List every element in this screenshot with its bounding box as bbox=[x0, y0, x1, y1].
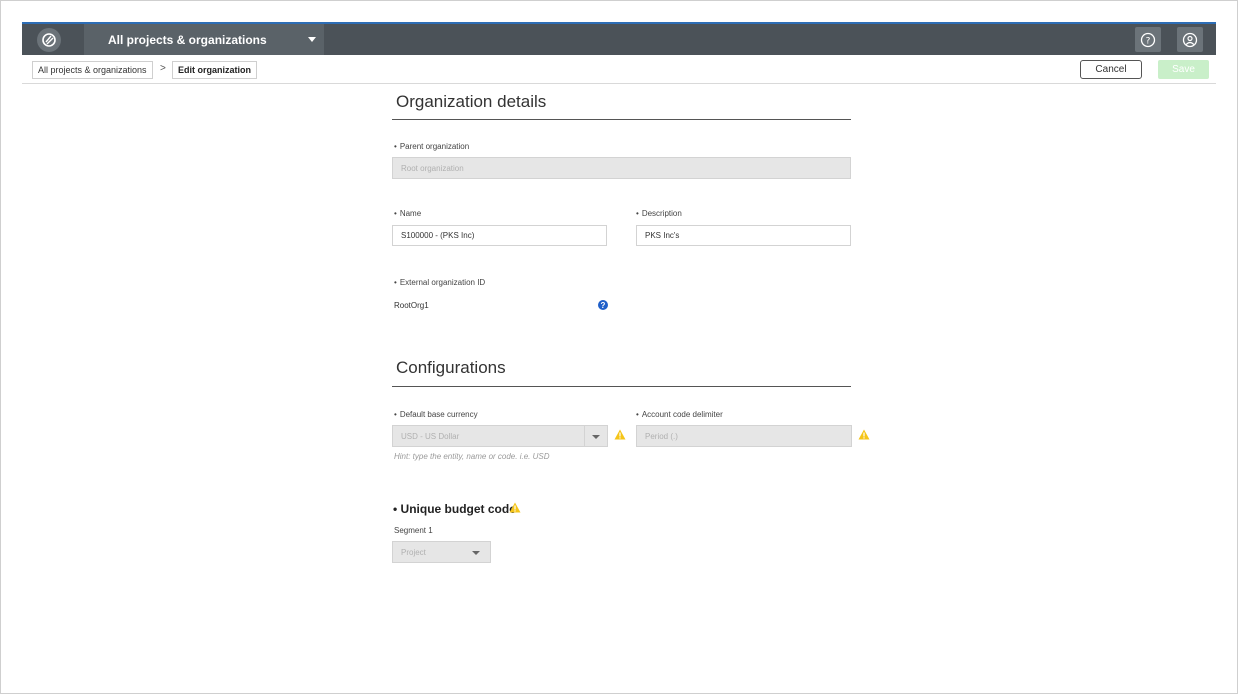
chevron-down-icon bbox=[472, 551, 480, 555]
project-selector-label: All projects & organizations bbox=[108, 32, 267, 47]
chevron-down-icon bbox=[592, 435, 600, 439]
currency-select[interactable]: USD - US Dollar bbox=[392, 425, 608, 447]
name-label: • Name bbox=[394, 209, 422, 218]
segment-value: Project bbox=[401, 547, 426, 557]
external-id-label: • External organization ID bbox=[394, 278, 486, 287]
project-selector-dropdown[interactable]: All projects & organizations bbox=[84, 24, 324, 55]
warning-triangle-icon bbox=[614, 429, 626, 440]
parent-org-label: • Parent organization bbox=[394, 142, 470, 151]
description-input[interactable]: PKS Inc's bbox=[636, 225, 851, 246]
segment-label: Segment 1 bbox=[394, 526, 433, 535]
delimiter-label: • Account code delimiter bbox=[636, 410, 723, 419]
help-button[interactable]: ? bbox=[1135, 27, 1161, 52]
parent-org-field: Root organization bbox=[392, 157, 851, 179]
user-profile-button[interactable] bbox=[1177, 27, 1203, 52]
currency-label: • Default base currency bbox=[394, 410, 478, 419]
app-logo-icon[interactable] bbox=[37, 28, 61, 52]
breadcrumb-current: Edit organization bbox=[172, 61, 257, 79]
segment-select[interactable]: Project bbox=[392, 541, 491, 563]
currency-hint: Hint: type the entity, name or code. i.e… bbox=[394, 452, 550, 461]
external-id-value: RootOrg1 bbox=[394, 301, 429, 310]
chevron-down-icon bbox=[308, 37, 316, 42]
question-circle-icon: ? bbox=[1140, 32, 1156, 47]
configurations-title: Configurations bbox=[396, 358, 506, 377]
description-label: • Description bbox=[636, 209, 682, 218]
breadcrumb-root-link[interactable]: All projects & organizations bbox=[32, 61, 153, 79]
warning-triangle-icon bbox=[858, 429, 870, 440]
section-divider bbox=[392, 386, 851, 387]
warning-triangle-icon bbox=[509, 502, 521, 513]
org-details-title: Organization details bbox=[396, 92, 547, 111]
svg-text:?: ? bbox=[1146, 36, 1151, 46]
question-circle-icon[interactable]: ? bbox=[598, 300, 608, 310]
save-button[interactable]: Save bbox=[1158, 60, 1209, 79]
cancel-button[interactable]: Cancel bbox=[1080, 60, 1142, 79]
currency-value: USD - US Dollar bbox=[401, 431, 460, 441]
section-divider bbox=[392, 119, 851, 120]
name-input[interactable]: S100000 - (PKS Inc) bbox=[392, 225, 607, 246]
window-frame bbox=[0, 0, 1238, 694]
top-bar: All projects & organizations ? bbox=[22, 22, 1216, 55]
breadcrumb-bar: All projects & organizations > Edit orga… bbox=[22, 55, 1216, 84]
breadcrumb-separator: > bbox=[160, 63, 166, 74]
budget-code-heading: • Unique budget code bbox=[393, 502, 516, 516]
user-circle-icon bbox=[1182, 32, 1198, 47]
delimiter-field: Period (.) bbox=[636, 425, 852, 447]
